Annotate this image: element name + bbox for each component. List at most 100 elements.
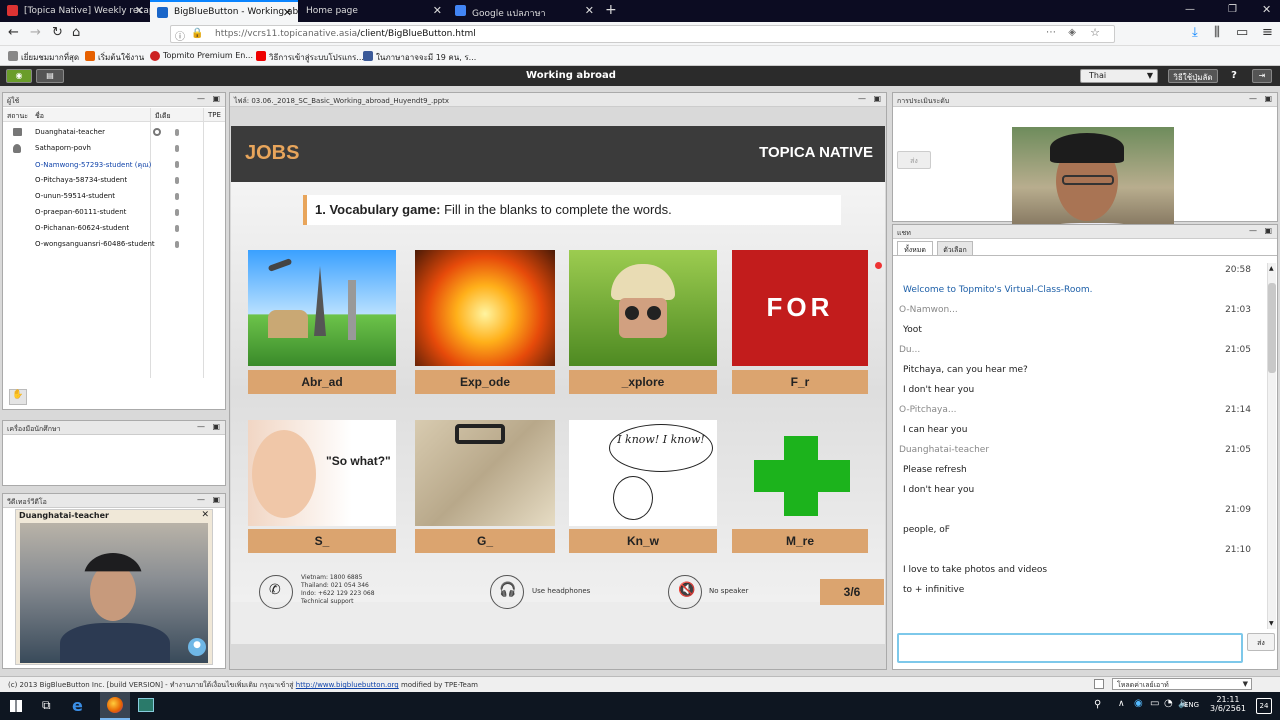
forward-icon[interactable]: → xyxy=(30,25,41,40)
page-actions-icon[interactable]: ⋯ xyxy=(1046,27,1056,38)
raise-hand-icon[interactable]: ✋ xyxy=(9,389,27,405)
info-icon[interactable]: ⓘ xyxy=(175,28,185,43)
col-media[interactable]: มีเดีย xyxy=(155,111,171,122)
tray-chevron-icon[interactable]: ∧ xyxy=(1118,699,1125,709)
user-row[interactable]: O-unun-59514-student xyxy=(35,192,115,200)
close-window-icon[interactable]: ✕ xyxy=(1262,3,1271,16)
bookmark-item[interactable]: เริ่มต้นใช้งาน xyxy=(85,51,144,64)
tray-app-icon[interactable]: ◉ xyxy=(1134,698,1143,709)
notification-icon[interactable]: 24 xyxy=(1256,698,1272,714)
close-tab-icon[interactable]: ✕ xyxy=(585,4,594,17)
bigbluebutton-link[interactable]: http://www.bigbluebutton.org xyxy=(296,681,399,689)
minimize-icon[interactable]: — xyxy=(858,94,866,103)
bookmark-label: ในภาษาอาจจะมี 19 คน, ร... xyxy=(376,53,477,62)
maximize-icon[interactable]: ▣ xyxy=(1264,94,1272,103)
minimize-window-icon[interactable]: — xyxy=(1185,4,1195,15)
chat-panel-header: แชท — ▣ xyxy=(893,225,1277,239)
tab-google-translate[interactable]: Google แปลภาษา ✕ xyxy=(448,0,600,22)
bookmark-star-icon[interactable]: ☆ xyxy=(1090,26,1100,39)
layout-icon[interactable] xyxy=(1094,679,1104,689)
bookmark-item[interactable]: วิธีการเข้าสู่ระบบโปรแกร... xyxy=(256,51,364,64)
chat-send-button[interactable]: ส่ง xyxy=(1247,633,1275,651)
logout-icon[interactable]: ⇥ xyxy=(1252,69,1272,83)
scroll-up-icon[interactable]: ▲ xyxy=(1269,265,1274,272)
minimize-icon[interactable]: — xyxy=(1249,226,1257,235)
tab-chat-all[interactable]: ทั้งหมด xyxy=(897,241,933,255)
reload-icon[interactable]: ↻ xyxy=(52,25,63,40)
maximize-icon[interactable]: ▣ xyxy=(212,422,220,431)
chat-timestamp: 21:09 xyxy=(1225,505,1251,515)
maximize-icon[interactable]: ▣ xyxy=(212,94,220,103)
col-status[interactable]: สถานะ xyxy=(7,111,28,122)
close-tab-icon[interactable]: ✕ xyxy=(433,4,442,17)
tab-bigbluebutton[interactable]: BigBlueButton - Working abroad✕ xyxy=(150,0,298,22)
url-bar[interactable]: ⓘ 🔒 https://vcrs11.topicanative.asia/cli… xyxy=(170,25,1115,43)
video-window[interactable]: Duanghatai-teacher ✕ ● xyxy=(15,509,213,665)
tab-weekly-recap[interactable]: [Topica Native] Weekly recap ✕ xyxy=(0,0,150,22)
minimize-icon[interactable]: — xyxy=(197,422,205,431)
tab-chat-options[interactable]: ตัวเลือก xyxy=(937,241,973,255)
assessment-send-button[interactable]: ส่ง xyxy=(897,151,931,169)
chat-bubble-icon[interactable]: ● xyxy=(188,638,206,656)
battery-icon[interactable]: ▭ xyxy=(1150,698,1159,709)
minimize-icon[interactable]: — xyxy=(197,94,205,103)
windows-start-icon[interactable] xyxy=(10,700,22,712)
task-view-icon[interactable]: ⧉ xyxy=(42,698,51,713)
help-icon[interactable]: ? xyxy=(1226,69,1242,83)
pocket-icon[interactable]: ◈ xyxy=(1068,27,1076,38)
downloads-icon[interactable]: ⤓ xyxy=(1192,25,1198,40)
tab-favicon-icon xyxy=(455,5,466,16)
clock-time: 21:11 xyxy=(1216,695,1240,704)
network-icon[interactable]: ◔ xyxy=(1164,698,1173,709)
webcam-icon[interactable] xyxy=(153,128,161,136)
input-language[interactable]: ENG xyxy=(1184,701,1199,709)
bookmark-item[interactable]: ในภาษาอาจจะมี 19 คน, ร... xyxy=(363,51,476,64)
scrollbar-thumb[interactable] xyxy=(1268,283,1276,373)
people-icon[interactable]: ⚲ xyxy=(1094,699,1101,710)
clock[interactable]: 21:11 3/6/2561 xyxy=(1206,695,1250,713)
user-row[interactable]: O-praepan-60111-student xyxy=(35,208,126,216)
chat-timestamp: 20:58 xyxy=(1225,265,1251,275)
menu-icon[interactable]: ≡ xyxy=(1262,25,1273,40)
edge-icon[interactable]: e xyxy=(72,696,83,715)
taskbar-app-icon[interactable] xyxy=(138,698,154,712)
sidebar-icon[interactable]: ▭ xyxy=(1236,25,1248,40)
bookmark-label: Topmito Premium En... xyxy=(163,51,253,60)
minimize-icon[interactable]: — xyxy=(197,495,205,504)
library-icon[interactable]: ⫼ xyxy=(1214,25,1220,40)
close-video-icon[interactable]: ✕ xyxy=(201,510,209,520)
layout-select[interactable]: โหลดค่าเลย์เอาท์ ▼ xyxy=(1112,678,1252,690)
user-row[interactable]: Duanghatai-teacher xyxy=(35,128,105,136)
back-icon[interactable]: ← xyxy=(8,25,19,40)
col-name[interactable]: ชื่อ xyxy=(35,111,44,122)
user-row[interactable]: O-Pichanan-60624-student xyxy=(35,224,129,232)
minimize-icon[interactable]: — xyxy=(1249,94,1257,103)
microphone-icon xyxy=(175,177,179,184)
bookmark-item[interactable]: เยี่ยมชมมากที่สุด xyxy=(8,51,79,64)
user-row[interactable]: Sathaporn-povh xyxy=(35,144,91,152)
tab-home-page[interactable]: Home page ✕ xyxy=(298,0,448,22)
user-row[interactable]: O-Namwong-57293-student (คุณ) xyxy=(35,160,151,171)
home-icon[interactable]: ⌂ xyxy=(72,25,80,40)
restore-window-icon[interactable]: ❐ xyxy=(1228,4,1237,15)
col-tpe[interactable]: TPE xyxy=(208,111,221,119)
shortcut-help-button[interactable]: วิธีใช้ปุ่มลัด xyxy=(1168,69,1218,83)
maximize-icon[interactable]: ▣ xyxy=(212,495,220,504)
bookmark-item[interactable]: Topmito Premium En... xyxy=(150,51,253,61)
new-tab-icon[interactable]: + xyxy=(605,2,617,18)
close-tab-icon[interactable]: ✕ xyxy=(135,4,144,17)
tab-favicon-icon xyxy=(157,7,168,18)
maximize-icon[interactable]: ▣ xyxy=(1264,226,1272,235)
taskbar-firefox[interactable] xyxy=(100,692,130,720)
close-tab-icon[interactable]: ✕ xyxy=(283,6,292,19)
user-row[interactable]: O-Pitchaya-58734-student xyxy=(35,176,127,184)
user-row[interactable]: O-wongsanguansri-60486-student xyxy=(35,240,155,248)
maximize-icon[interactable]: ▣ xyxy=(873,94,881,103)
lock-icon: 🔒 xyxy=(191,28,204,39)
chat-scrollbar[interactable]: ▲ ▼ xyxy=(1267,263,1276,629)
language-select[interactable]: Thai ▼ xyxy=(1080,69,1158,83)
chat-message: Pitchaya, can you hear me? xyxy=(903,365,1028,375)
chat-input[interactable] xyxy=(897,633,1243,663)
picture-travel-landmarks xyxy=(248,250,396,366)
scroll-down-icon[interactable]: ▼ xyxy=(1269,620,1274,627)
